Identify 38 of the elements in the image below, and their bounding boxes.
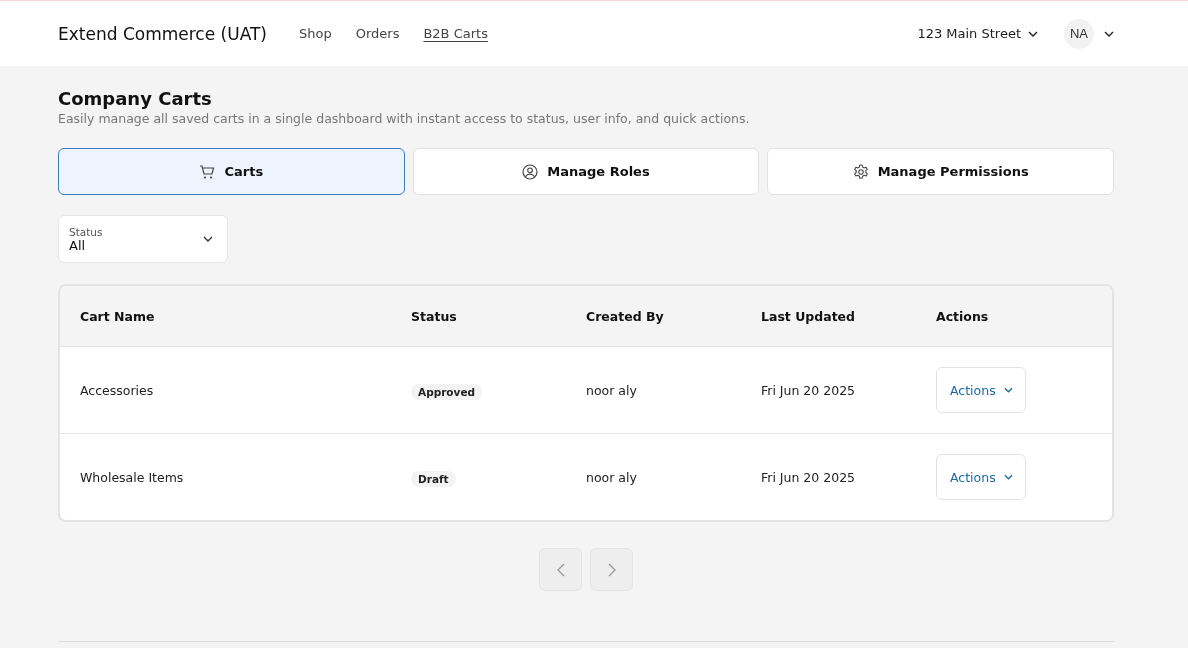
column-header: Created By (586, 308, 665, 324)
tab[interactable]: Manage Permissions (767, 148, 1114, 195)
chevron-down-icon (1003, 474, 1013, 480)
status-badge: Draft (411, 470, 456, 487)
column-header: Actions (936, 308, 990, 324)
column-header: Status (411, 308, 458, 324)
cart-name-cell-text: Accessories (80, 382, 155, 398)
brand-name: Extend Commerce (UAT) (58, 23, 267, 44)
tab[interactable]: Manage Roles (412, 148, 760, 195)
column-header: Last Updated (761, 308, 857, 324)
last-updated-cell-text: Fri Jun 20 2025 (761, 382, 857, 398)
created-by-cell-text: noor aly (586, 382, 638, 398)
tab[interactable]: Carts (58, 148, 405, 195)
cart-name-cell-text: Wholesale Items (80, 469, 185, 485)
status-dropdown[interactable]: Status All (58, 215, 228, 263)
avatar: NA (1064, 18, 1094, 49)
chevron-left-icon (556, 562, 565, 577)
user-icon (522, 163, 539, 180)
chevron-down-icon (1104, 30, 1114, 37)
user-menu[interactable]: NA (1064, 18, 1114, 49)
chevron-down-icon (1003, 387, 1013, 393)
actions-dropdown[interactable]: Actions (936, 454, 1026, 500)
status-badge: Approved (411, 383, 483, 400)
last-updated-cell-text: Fri Jun 20 2025 (761, 469, 857, 485)
actions-dropdown[interactable]: Actions (936, 367, 1026, 413)
address-dropdown[interactable]: 123 Main Street (917, 26, 1038, 41)
settings-icon (852, 163, 869, 180)
column-header: Cart Name (80, 308, 156, 324)
nav-link[interactable]: Orders (355, 26, 400, 41)
chevron-down-icon (1028, 30, 1038, 37)
page-title: Company Carts (58, 88, 213, 109)
nav-link[interactable]: B2B Carts (423, 26, 488, 41)
chevron-right-icon (607, 562, 616, 577)
nav-link[interactable]: Shop (299, 26, 332, 41)
cart-icon (199, 163, 216, 180)
page-subtitle: Easily manage all saved carts in a single dashboard with instant access to status, user info, and quick actions. (58, 111, 751, 126)
chevron-down-icon (203, 236, 213, 242)
created-by-cell-text: noor aly (586, 469, 638, 485)
